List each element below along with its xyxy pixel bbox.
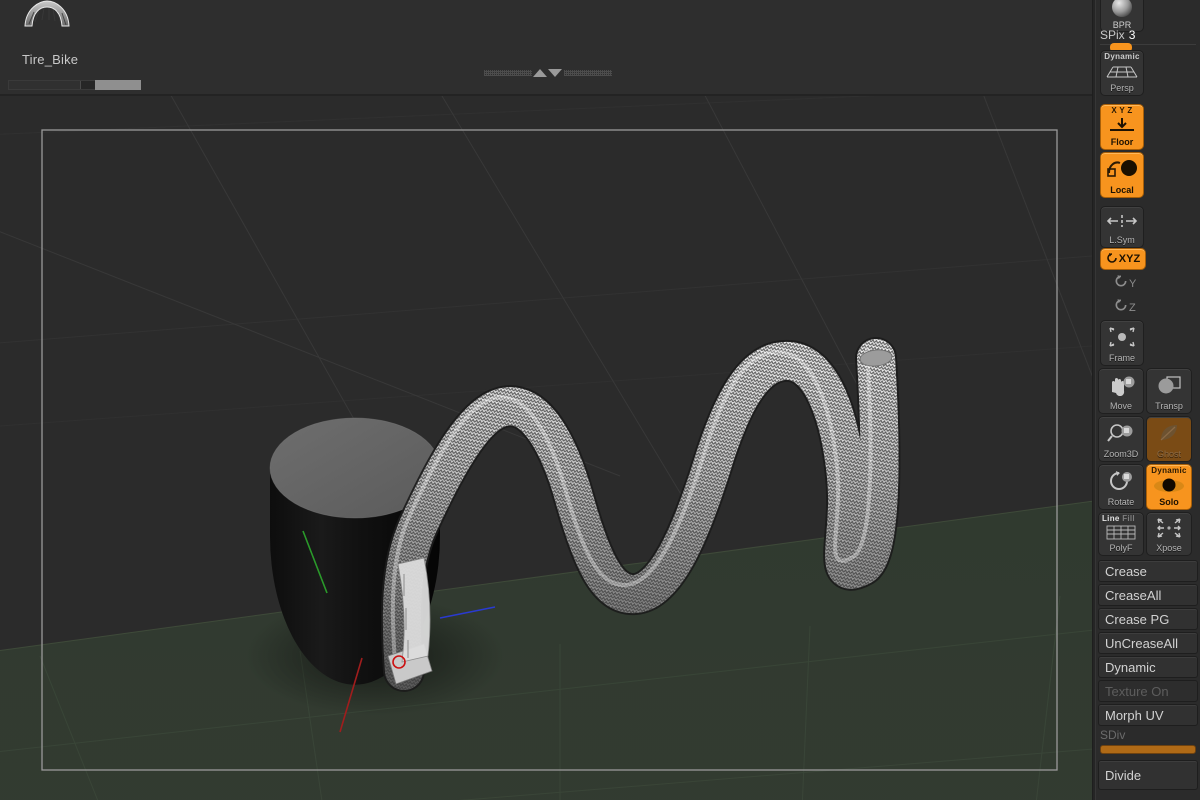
- divide-button[interactable]: Divide: [1098, 760, 1198, 790]
- sdiv-caption: SDiv: [1100, 728, 1196, 742]
- texture-on-button[interactable]: Texture On: [1098, 680, 1198, 702]
- texture-on-label: Texture On: [1105, 683, 1169, 699]
- floor-label: Floor: [1110, 137, 1134, 147]
- local-label: Local: [1110, 185, 1134, 195]
- rotate-label: Rotate: [1107, 497, 1135, 507]
- rotate-z-label: Z: [1129, 301, 1136, 314]
- zoom3d-button[interactable]: Zoom3D: [1098, 416, 1144, 462]
- uncrease-all-button[interactable]: UnCreaseAll: [1098, 632, 1198, 654]
- hatch-right: [564, 70, 612, 76]
- frame-button[interactable]: Frame: [1100, 320, 1144, 366]
- rotate-xyz-button[interactable]: XYZ: [1100, 248, 1146, 270]
- spix-caption: SPix 3: [1100, 28, 1196, 42]
- rotate-y-button[interactable]: Y: [1114, 274, 1136, 293]
- rotate-xyz-icon: [1106, 252, 1118, 266]
- frame-label: Frame: [1108, 353, 1135, 363]
- floor-button[interactable]: X Y Z Floor: [1100, 104, 1144, 150]
- transp-button[interactable]: Transp: [1146, 368, 1192, 414]
- sdiv-slider[interactable]: SDiv: [1100, 728, 1196, 754]
- magnifier-zoom-icon: [1099, 417, 1143, 449]
- sphere-render-icon: [1107, 0, 1137, 20]
- polyf-label: PolyF: [1109, 543, 1133, 553]
- transparency-icon: [1147, 369, 1191, 401]
- xpose-label: Xpose: [1156, 543, 1182, 553]
- local-button[interactable]: Local: [1100, 152, 1144, 198]
- hand-move-icon: [1099, 369, 1143, 401]
- right-toolbar: BPR SPix 3 Dynamic Persp X Y Z Floor Loc…: [1096, 0, 1200, 800]
- spix-value: 3: [1128, 28, 1136, 42]
- morph-uv-button[interactable]: Morph UV: [1098, 704, 1198, 726]
- frame-fit-icon: [1101, 321, 1143, 353]
- tool-title: Tire_Bike: [22, 52, 79, 67]
- sdiv-track[interactable]: [1100, 745, 1196, 754]
- solo-label: Solo: [1159, 497, 1179, 507]
- polyf-fill-label: Fill: [1122, 514, 1135, 523]
- polyf-top-labels: Line Fill: [1099, 514, 1143, 523]
- spix-slider[interactable]: SPix 3: [1100, 28, 1196, 52]
- crease-pg-label: Crease PG: [1105, 611, 1170, 627]
- crease-label: Crease: [1105, 563, 1147, 579]
- ghost-leaf-icon: [1147, 417, 1191, 449]
- perspective-label: Persp: [1110, 83, 1134, 93]
- slider-knob[interactable]: [95, 80, 141, 90]
- rotate-y-label: Y: [1129, 277, 1137, 290]
- ghost-label: Ghost: [1156, 449, 1181, 459]
- 3d-viewport-canvas[interactable]: [0, 96, 1092, 800]
- transp-label: Transp: [1155, 401, 1183, 411]
- divide-label: Divide: [1105, 767, 1142, 783]
- chevron-down-icon[interactable]: [548, 69, 562, 77]
- crease-pg-button[interactable]: Crease PG: [1098, 608, 1198, 630]
- top-toolbar: Tire_Bike: [0, 0, 1092, 96]
- crease-button[interactable]: Crease: [1098, 560, 1198, 582]
- perspective-button[interactable]: Dynamic Persp: [1100, 50, 1144, 96]
- tool-strength-slider[interactable]: [8, 80, 141, 90]
- rotate-z-button[interactable]: Z: [1114, 298, 1136, 317]
- crease-all-button[interactable]: CreaseAll: [1098, 584, 1198, 606]
- ghost-button[interactable]: Ghost: [1146, 416, 1192, 462]
- polyf-line-label: Line: [1102, 514, 1120, 523]
- dynamic-button[interactable]: Dynamic: [1098, 656, 1198, 678]
- uncrease-all-label: UnCreaseAll: [1105, 635, 1178, 651]
- move-label: Move: [1109, 401, 1132, 411]
- zbrush-application-window: Tire_Bike BPR SPix 3 Dynamic Persp X Y Z…: [0, 0, 1200, 800]
- perspective-top-label: Dynamic: [1104, 52, 1140, 61]
- transpose-arrows-icon: [1147, 513, 1191, 543]
- lsym-button[interactable]: L.Sym: [1100, 206, 1144, 248]
- sdiv-label: SDiv: [1100, 728, 1126, 742]
- rotate-y-icon: [1114, 274, 1128, 293]
- morph-uv-label: Morph UV: [1105, 707, 1164, 723]
- collapse-expand-arrows-icon[interactable]: [484, 68, 612, 78]
- move-button[interactable]: Move: [1098, 368, 1144, 414]
- lsym-label: L.Sym: [1109, 235, 1135, 245]
- solo-button[interactable]: Dynamic Solo: [1146, 464, 1192, 510]
- polyf-button[interactable]: Line Fill PolyF: [1098, 512, 1144, 556]
- rotate-object-icon: [1099, 465, 1143, 497]
- dynamic-label: Dynamic: [1105, 659, 1156, 675]
- local-symmetry-icon: [1101, 207, 1143, 235]
- tire-thumbnail-icon[interactable]: [22, 0, 72, 28]
- slider-fill: [9, 81, 81, 89]
- floor-top-label: X Y Z: [1111, 106, 1133, 115]
- chevron-up-icon[interactable]: [533, 69, 547, 77]
- xpose-button[interactable]: Xpose: [1146, 512, 1192, 556]
- rotate-button[interactable]: Rotate: [1098, 464, 1144, 510]
- zoom3d-label: Zoom3D: [1103, 449, 1139, 459]
- solo-top-label: Dynamic: [1151, 466, 1187, 475]
- spix-label: SPix: [1100, 28, 1125, 42]
- hatch-left: [484, 70, 532, 76]
- rotate-z-icon: [1114, 298, 1128, 317]
- rotate-xyz-label: XYZ: [1118, 253, 1141, 265]
- crease-all-label: CreaseAll: [1105, 587, 1162, 603]
- local-pivot-icon: [1101, 153, 1143, 185]
